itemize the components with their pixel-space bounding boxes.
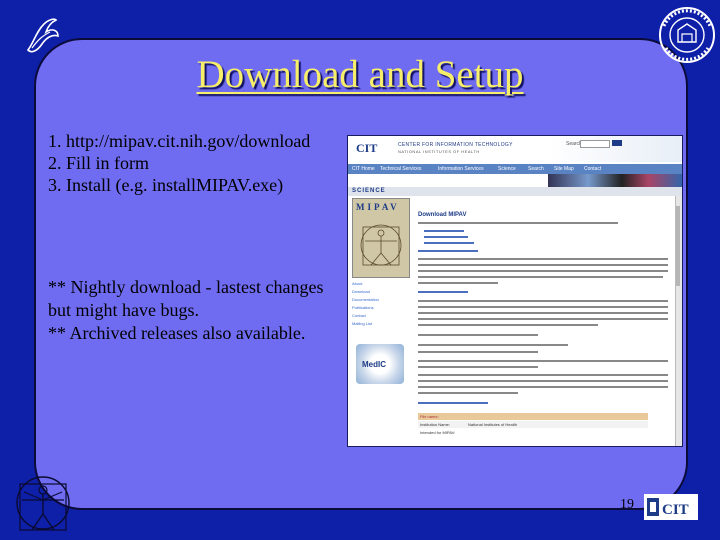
vitruvian-man-logo xyxy=(16,476,70,531)
text-link[interactable] xyxy=(424,230,464,232)
text-line xyxy=(418,306,668,308)
sidebar-link[interactable]: Documentation xyxy=(352,297,412,302)
text-line xyxy=(418,351,538,353)
text-line xyxy=(418,222,618,224)
text-line xyxy=(418,270,668,272)
sidebar-link[interactable]: Download xyxy=(352,289,412,294)
nav-item[interactable]: Contact xyxy=(584,166,601,172)
nav-item[interactable]: Search xyxy=(528,166,544,172)
sidebar-link[interactable]: Publications xyxy=(352,305,412,310)
text-link[interactable] xyxy=(424,242,474,244)
site-section-label: SCIENCE xyxy=(352,188,386,194)
site-center-name: CENTER FOR INFORMATION TECHNOLOGY xyxy=(398,142,513,148)
text-line xyxy=(418,318,668,320)
note-nightly: ** Nightly download - lastest changes bu… xyxy=(48,277,324,320)
text-line xyxy=(418,392,518,394)
sidebar-link[interactable]: Contact xyxy=(352,313,412,318)
page-number: 19 xyxy=(620,497,634,512)
download-page-screenshot: CIT CENTER FOR INFORMATION TECHNOLOGY NA… xyxy=(347,135,683,447)
site-center-sub: NATIONAL INSTITUTES OF HEALTH xyxy=(398,149,480,154)
form-row: Institution Name: National Institutes of… xyxy=(418,421,648,428)
text-line xyxy=(418,258,668,260)
form-row: File name: xyxy=(418,413,648,420)
text-link[interactable] xyxy=(418,402,488,404)
form-row-label: File name: xyxy=(420,414,439,419)
text-line xyxy=(418,282,498,284)
text-line xyxy=(418,366,538,368)
download-form-table: File name: Institution Name: National In… xyxy=(418,413,648,437)
site-nav-bar: CIT Home Technical Services Information … xyxy=(348,164,682,174)
text-line xyxy=(418,300,668,302)
text-line xyxy=(418,374,668,376)
form-row-label: Intended for MIPAV: xyxy=(420,430,456,435)
text-link[interactable] xyxy=(424,236,468,238)
cit-logo: CIT xyxy=(644,494,698,520)
text-line xyxy=(418,344,568,346)
sidebar-link[interactable]: Mailing List xyxy=(352,321,412,326)
step-fill-form: 2. Fill in form xyxy=(48,153,150,173)
mipav-wordmark: MIPAV xyxy=(356,202,400,212)
slide-title: Download and Setup xyxy=(196,53,524,96)
download-page-title: Download MIPAV xyxy=(418,212,467,218)
nav-item[interactable]: Technical Services xyxy=(380,166,421,172)
setup-steps: 1. http://mipav.cit.nih.gov/download 2. … xyxy=(48,130,310,196)
site-sidebar-links: About Download Documentation Publication… xyxy=(352,281,412,329)
site-photo-banner xyxy=(548,174,682,188)
svg-text:CIT: CIT xyxy=(662,502,689,518)
text-line xyxy=(418,386,668,388)
form-row: Intended for MIPAV: xyxy=(418,429,648,436)
step-install: 3. Install (e.g. installMIPAV.exe) xyxy=(48,175,284,195)
sidebar-link[interactable]: About xyxy=(352,281,412,286)
text-link[interactable] xyxy=(418,291,468,293)
medic-wordmark: MedIC xyxy=(362,360,386,369)
text-link[interactable] xyxy=(418,250,478,252)
form-row-label: Institution Name: xyxy=(420,422,451,427)
page-scrollbar-thumb[interactable] xyxy=(676,206,680,286)
site-cit-logo: CIT xyxy=(356,141,378,155)
text-line xyxy=(418,380,668,382)
nav-item[interactable]: Information Services xyxy=(438,166,484,172)
site-search-input[interactable] xyxy=(580,140,610,148)
note-archived: ** Archived releases also available. xyxy=(48,323,306,343)
text-line xyxy=(418,264,668,266)
site-section-band xyxy=(348,187,682,196)
text-line xyxy=(418,334,538,336)
step-download-url: 1. http://mipav.cit.nih.gov/download xyxy=(48,131,311,151)
nav-item[interactable]: Science xyxy=(498,166,516,172)
site-search-button[interactable] xyxy=(612,140,622,146)
download-notes: ** Nightly download - lastest changes bu… xyxy=(48,276,348,345)
text-line xyxy=(418,324,598,326)
text-line xyxy=(418,312,668,314)
nav-item[interactable]: CIT Home xyxy=(352,166,375,172)
text-line xyxy=(418,360,668,362)
nav-item[interactable]: Site Map xyxy=(554,166,574,172)
form-row-value[interactable]: National Institutes of Health xyxy=(468,422,517,427)
text-line xyxy=(418,276,663,278)
